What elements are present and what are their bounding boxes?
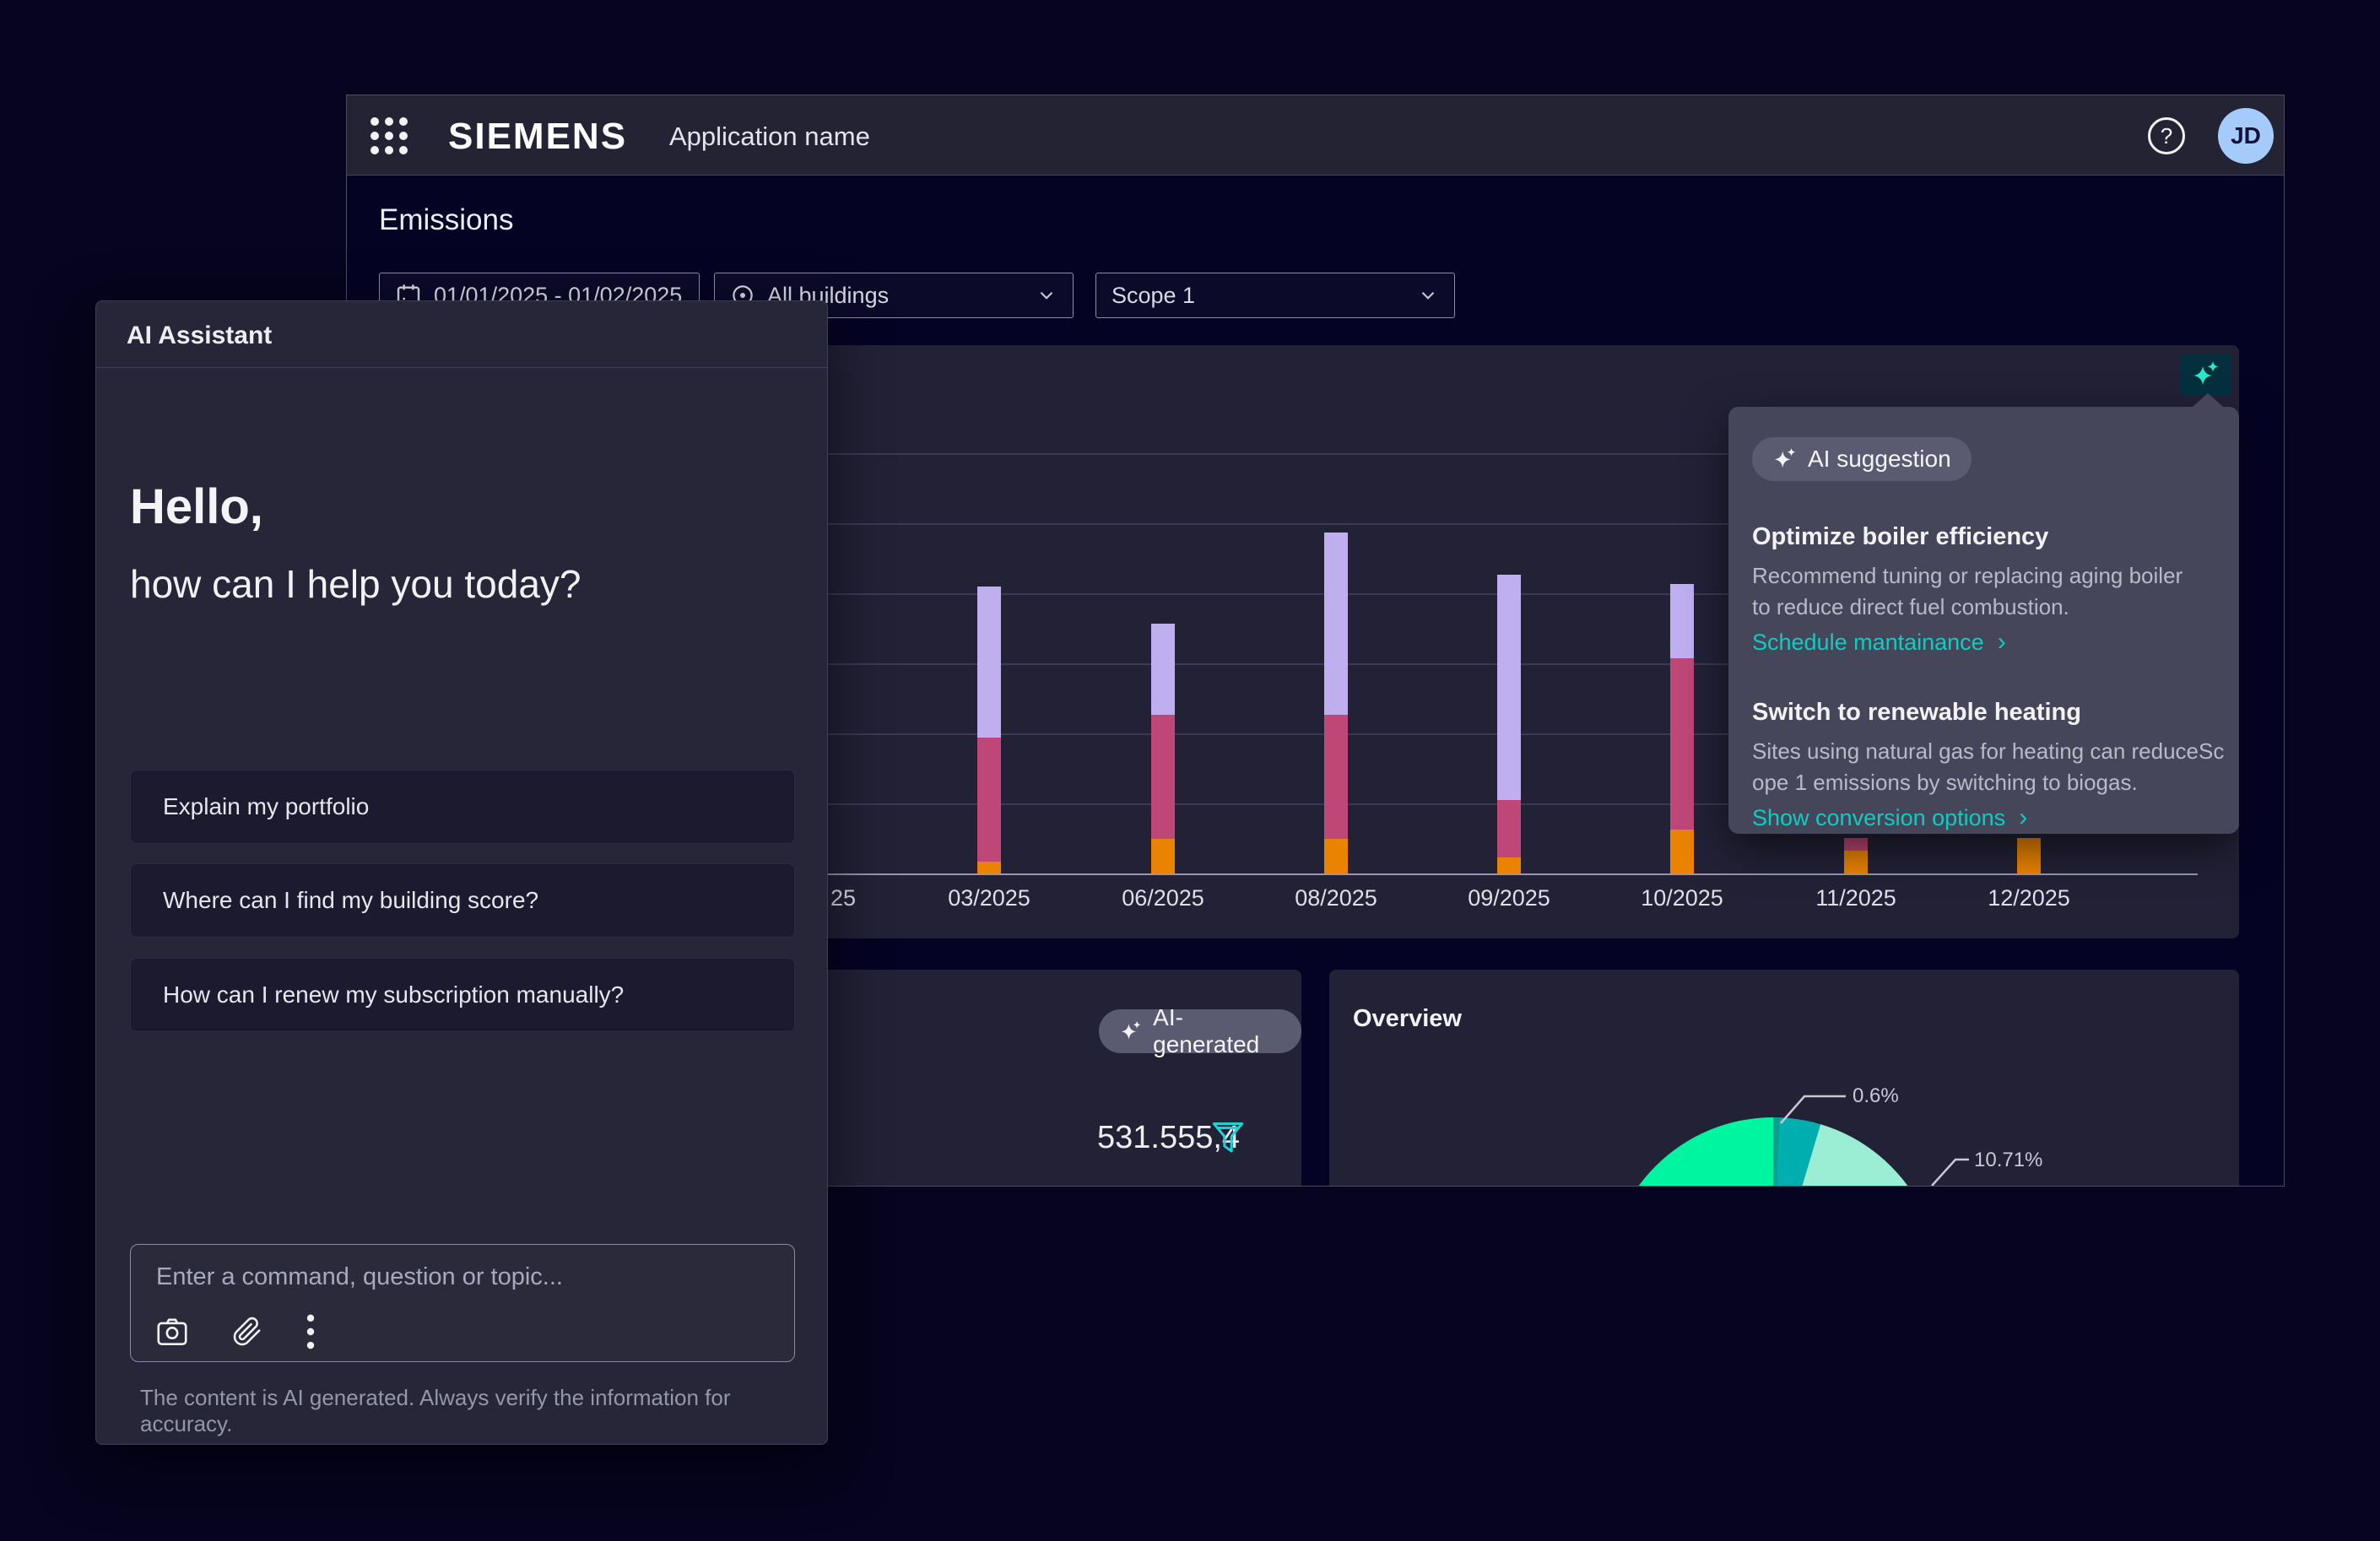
suggestion-body-2: Sites using natural gas for heating can …	[1752, 736, 2224, 798]
bar-06/2025-segment-pink	[1151, 715, 1175, 839]
bar-03/2025-segment-pink	[977, 738, 1001, 862]
x-axis-label: 10/2025	[1641, 885, 1723, 911]
x-axis-label: 11/2025	[1815, 885, 1896, 911]
chevron-right-icon: ›	[2019, 803, 2027, 831]
bar-03/2025-segment-lavender	[977, 587, 1001, 738]
bar-03/2025-segment-orange	[977, 862, 1001, 873]
bar-12/2025-segment-orange	[2017, 838, 2041, 873]
bar-08/2025-segment-lavender	[1324, 533, 1348, 715]
ai-assistant-header: AI Assistant	[96, 301, 827, 368]
bar-11/2025-segment-pink	[1844, 838, 1868, 851]
page-title: Emissions	[379, 203, 513, 237]
ai-disclaimer: The content is AI generated. Always veri…	[140, 1385, 827, 1437]
bar-09/2025-segment-pink	[1497, 800, 1521, 857]
application-name: Application name	[669, 122, 870, 152]
ai-generated-badge: AI-generated	[1099, 1009, 1301, 1053]
bar-06/2025-segment-lavender	[1151, 624, 1175, 715]
ai-assistant-panel: AI Assistant Hello, how can I help you t…	[95, 300, 828, 1445]
greeting-hello: Hello,	[130, 479, 263, 535]
x-axis-label: 03/2025	[948, 885, 1030, 911]
suggestion-title-1: Optimize boiler efficiency	[1752, 523, 2048, 551]
app-header: SIEMENS Application name ? JD	[347, 95, 2284, 176]
x-axis-label: 08/2025	[1295, 885, 1377, 911]
ai-suggestion-popup: AI suggestion Optimize boiler efficiency…	[1728, 407, 2239, 834]
x-axis-label: 06/2025	[1122, 885, 1204, 911]
more-options-kebab-icon[interactable]	[306, 1314, 315, 1349]
bar-10/2025-segment-lavender	[1670, 584, 1694, 658]
avatar[interactable]: JD	[2218, 108, 2274, 164]
greeting-question: how can I help you today?	[130, 561, 581, 607]
bar-10/2025-segment-orange	[1670, 830, 1694, 873]
camera-icon[interactable]	[156, 1317, 188, 1346]
ai-sparkle-button[interactable]	[2180, 354, 2231, 396]
x-axis-label: 25	[830, 885, 856, 911]
x-axis-label: 09/2025	[1468, 885, 1550, 911]
bar-11/2025-segment-orange	[1844, 851, 1868, 873]
ai-suggestion-badge: AI suggestion	[1752, 437, 1972, 481]
command-input-placeholder: Enter a command, question or topic...	[156, 1263, 563, 1291]
suggestion-button-building-score[interactable]: Where can I find my building score?	[130, 863, 795, 938]
bar-06/2025-segment-orange	[1151, 839, 1175, 873]
suggestion-body-1: Recommend tuning or replacing aging boil…	[1752, 560, 2183, 623]
bar-10/2025-segment-pink	[1670, 658, 1694, 830]
x-axis-label: 12/2025	[1988, 885, 2070, 911]
suggestion-button-portfolio[interactable]: Explain my portfolio	[130, 770, 795, 844]
pie-callout-large: 10.71%	[1974, 1149, 2042, 1172]
command-input[interactable]: Enter a command, question or topic...	[130, 1244, 795, 1362]
ai-suggestion-label: AI suggestion	[1808, 446, 1951, 473]
scope-select[interactable]: Scope 1	[1095, 273, 1455, 318]
popup-caret	[2193, 393, 2223, 407]
screenshot-stage: SIEMENS Application name ? JD Emissions …	[0, 0, 2380, 1541]
bar-09/2025-segment-lavender	[1497, 575, 1521, 800]
filter-funnel-icon[interactable]	[1211, 1120, 1245, 1157]
chevron-right-icon: ›	[1998, 628, 2006, 656]
suggestion-button-subscription[interactable]: How can I renew my subscription manually…	[130, 958, 795, 1032]
bar-09/2025-segment-orange	[1497, 857, 1521, 873]
overview-card: Overview 0.6% 10.71%	[1329, 970, 2239, 1187]
suggestion-title-2: Switch to renewable heating	[1752, 699, 2081, 727]
scope-value: Scope 1	[1112, 283, 1195, 309]
ai-assistant-title: AI Assistant	[127, 322, 272, 350]
help-icon[interactable]: ?	[2148, 117, 2185, 154]
bar-08/2025-segment-orange	[1324, 839, 1348, 873]
pie-callout-lines	[1329, 970, 2239, 1187]
chevron-down-icon	[1417, 284, 1439, 306]
bar-08/2025-segment-pink	[1324, 715, 1348, 839]
app-launcher-grid-icon[interactable]	[371, 117, 408, 154]
schedule-maintenance-link[interactable]: Schedule mantainance›	[1752, 628, 2006, 657]
siemens-logo: SIEMENS	[448, 116, 627, 158]
chevron-down-icon	[1036, 284, 1057, 306]
pie-callout-small: 0.6%	[1853, 1084, 1899, 1108]
show-conversion-options-link[interactable]: Show conversion options›	[1752, 803, 2027, 832]
ai-generated-label: AI-generated	[1153, 1004, 1281, 1058]
attachment-icon[interactable]	[232, 1317, 262, 1347]
